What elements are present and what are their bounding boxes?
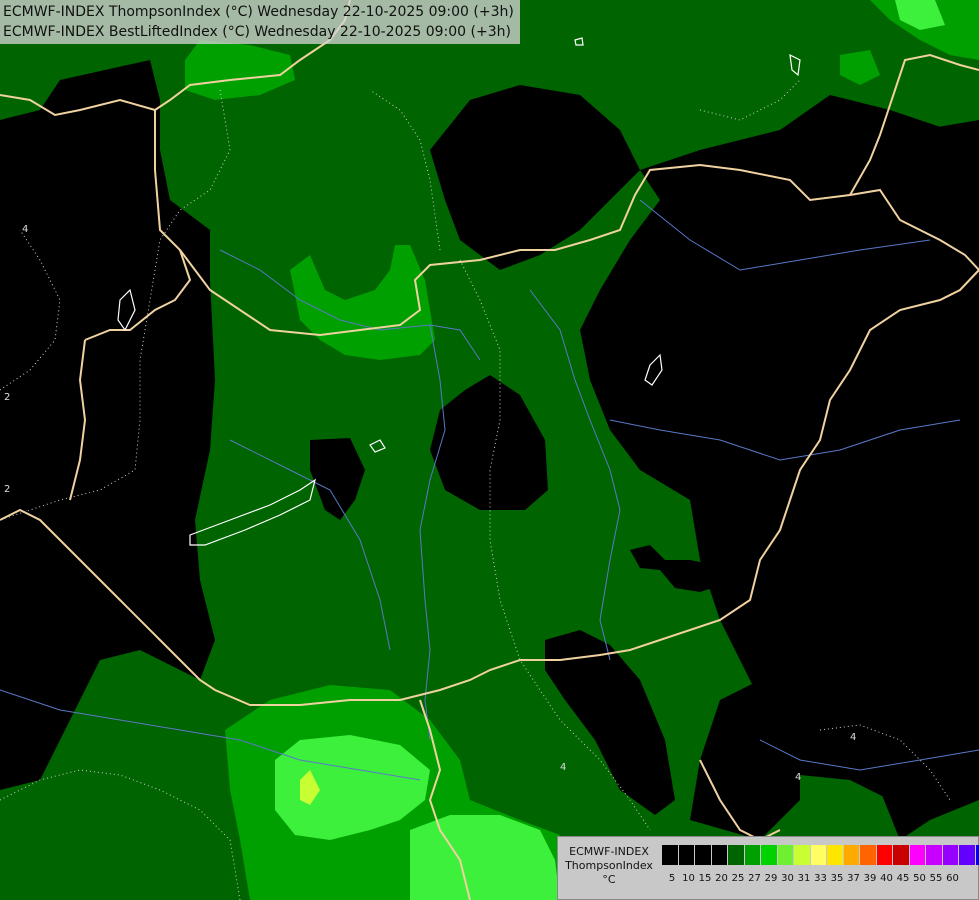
- legend-tick-label: 29: [764, 873, 778, 884]
- legend-swatch: [926, 845, 943, 865]
- legend-swatch: [678, 845, 695, 865]
- legend-tick-label: 50: [913, 873, 926, 884]
- contour-label: 4: [560, 762, 566, 773]
- map-title-line: ECMWF-INDEX BestLiftedIndex (°C) Wednesd…: [3, 24, 511, 40]
- legend-swatches: [662, 845, 979, 865]
- legend-tick-label: 20: [715, 873, 728, 884]
- legend-title-line1: ECMWF-INDEX: [569, 845, 649, 858]
- legend-swatch: [794, 845, 811, 865]
- legend-swatch: [876, 845, 893, 865]
- legend-swatch: [695, 845, 712, 865]
- legend-swatch: [827, 845, 844, 865]
- map-title-line: ECMWF-INDEX ThompsonIndex (°C) Wednesday…: [3, 4, 514, 20]
- legend-swatch: [942, 845, 959, 865]
- legend-swatch: [744, 845, 761, 865]
- legend-tick-label: 30: [781, 873, 794, 884]
- legend-swatch: [860, 845, 877, 865]
- legend-tick-label: 37: [847, 873, 860, 884]
- legend-swatch: [777, 845, 794, 865]
- legend-title: ECMWF-INDEX ThompsonIndex °C: [560, 845, 658, 887]
- forecast-map: 4 2 2 4 4 4: [0, 0, 979, 900]
- legend-tick-label: 10: [682, 873, 695, 884]
- legend-swatch: [909, 845, 926, 865]
- legend-tick-label: 25: [731, 873, 745, 884]
- legend-tick-label: 31: [797, 873, 811, 884]
- legend-unit: °C: [602, 873, 616, 886]
- contour-label: 4: [22, 224, 28, 235]
- map-title-box: ECMWF-INDEX ThompsonIndex (°C) Wednesday…: [0, 0, 520, 44]
- contour-label: 2: [4, 392, 10, 403]
- contour-label: 2: [4, 484, 10, 495]
- legend-swatch: [728, 845, 745, 865]
- legend-tick-label: 33: [814, 873, 827, 884]
- legend-tick-label: 39: [863, 873, 877, 884]
- legend-tick-label: 40: [880, 873, 893, 884]
- legend-swatch: [761, 845, 778, 865]
- legend-swatch: [975, 845, 979, 865]
- legend-tick-label: 45: [896, 873, 910, 884]
- color-legend: ECMWF-INDEX ThompsonIndex °C 5 10 15 20 25 27…: [557, 836, 979, 900]
- legend-swatch: [662, 845, 679, 865]
- legend-swatch: [843, 845, 860, 865]
- legend-swatch: [893, 845, 910, 865]
- legend-swatch: [711, 845, 728, 865]
- contour-label: 4: [795, 772, 801, 783]
- legend-tick-label: 55: [929, 873, 943, 884]
- legend-swatch: [810, 845, 827, 865]
- legend-tick-label: 15: [698, 873, 712, 884]
- legend-tick-label: 27: [748, 873, 761, 884]
- contour-label: 4: [850, 732, 856, 743]
- legend-swatch: [959, 845, 976, 865]
- legend-tick-label: 60: [946, 873, 959, 884]
- legend-title-line2: ThompsonIndex: [565, 859, 653, 872]
- legend-tick-label: 5: [668, 873, 676, 884]
- map-viewer: 4 2 2 4 4 4 ECMWF-INDEX ThompsonIndex (°…: [0, 0, 979, 900]
- legend-tick-label: 35: [830, 873, 844, 884]
